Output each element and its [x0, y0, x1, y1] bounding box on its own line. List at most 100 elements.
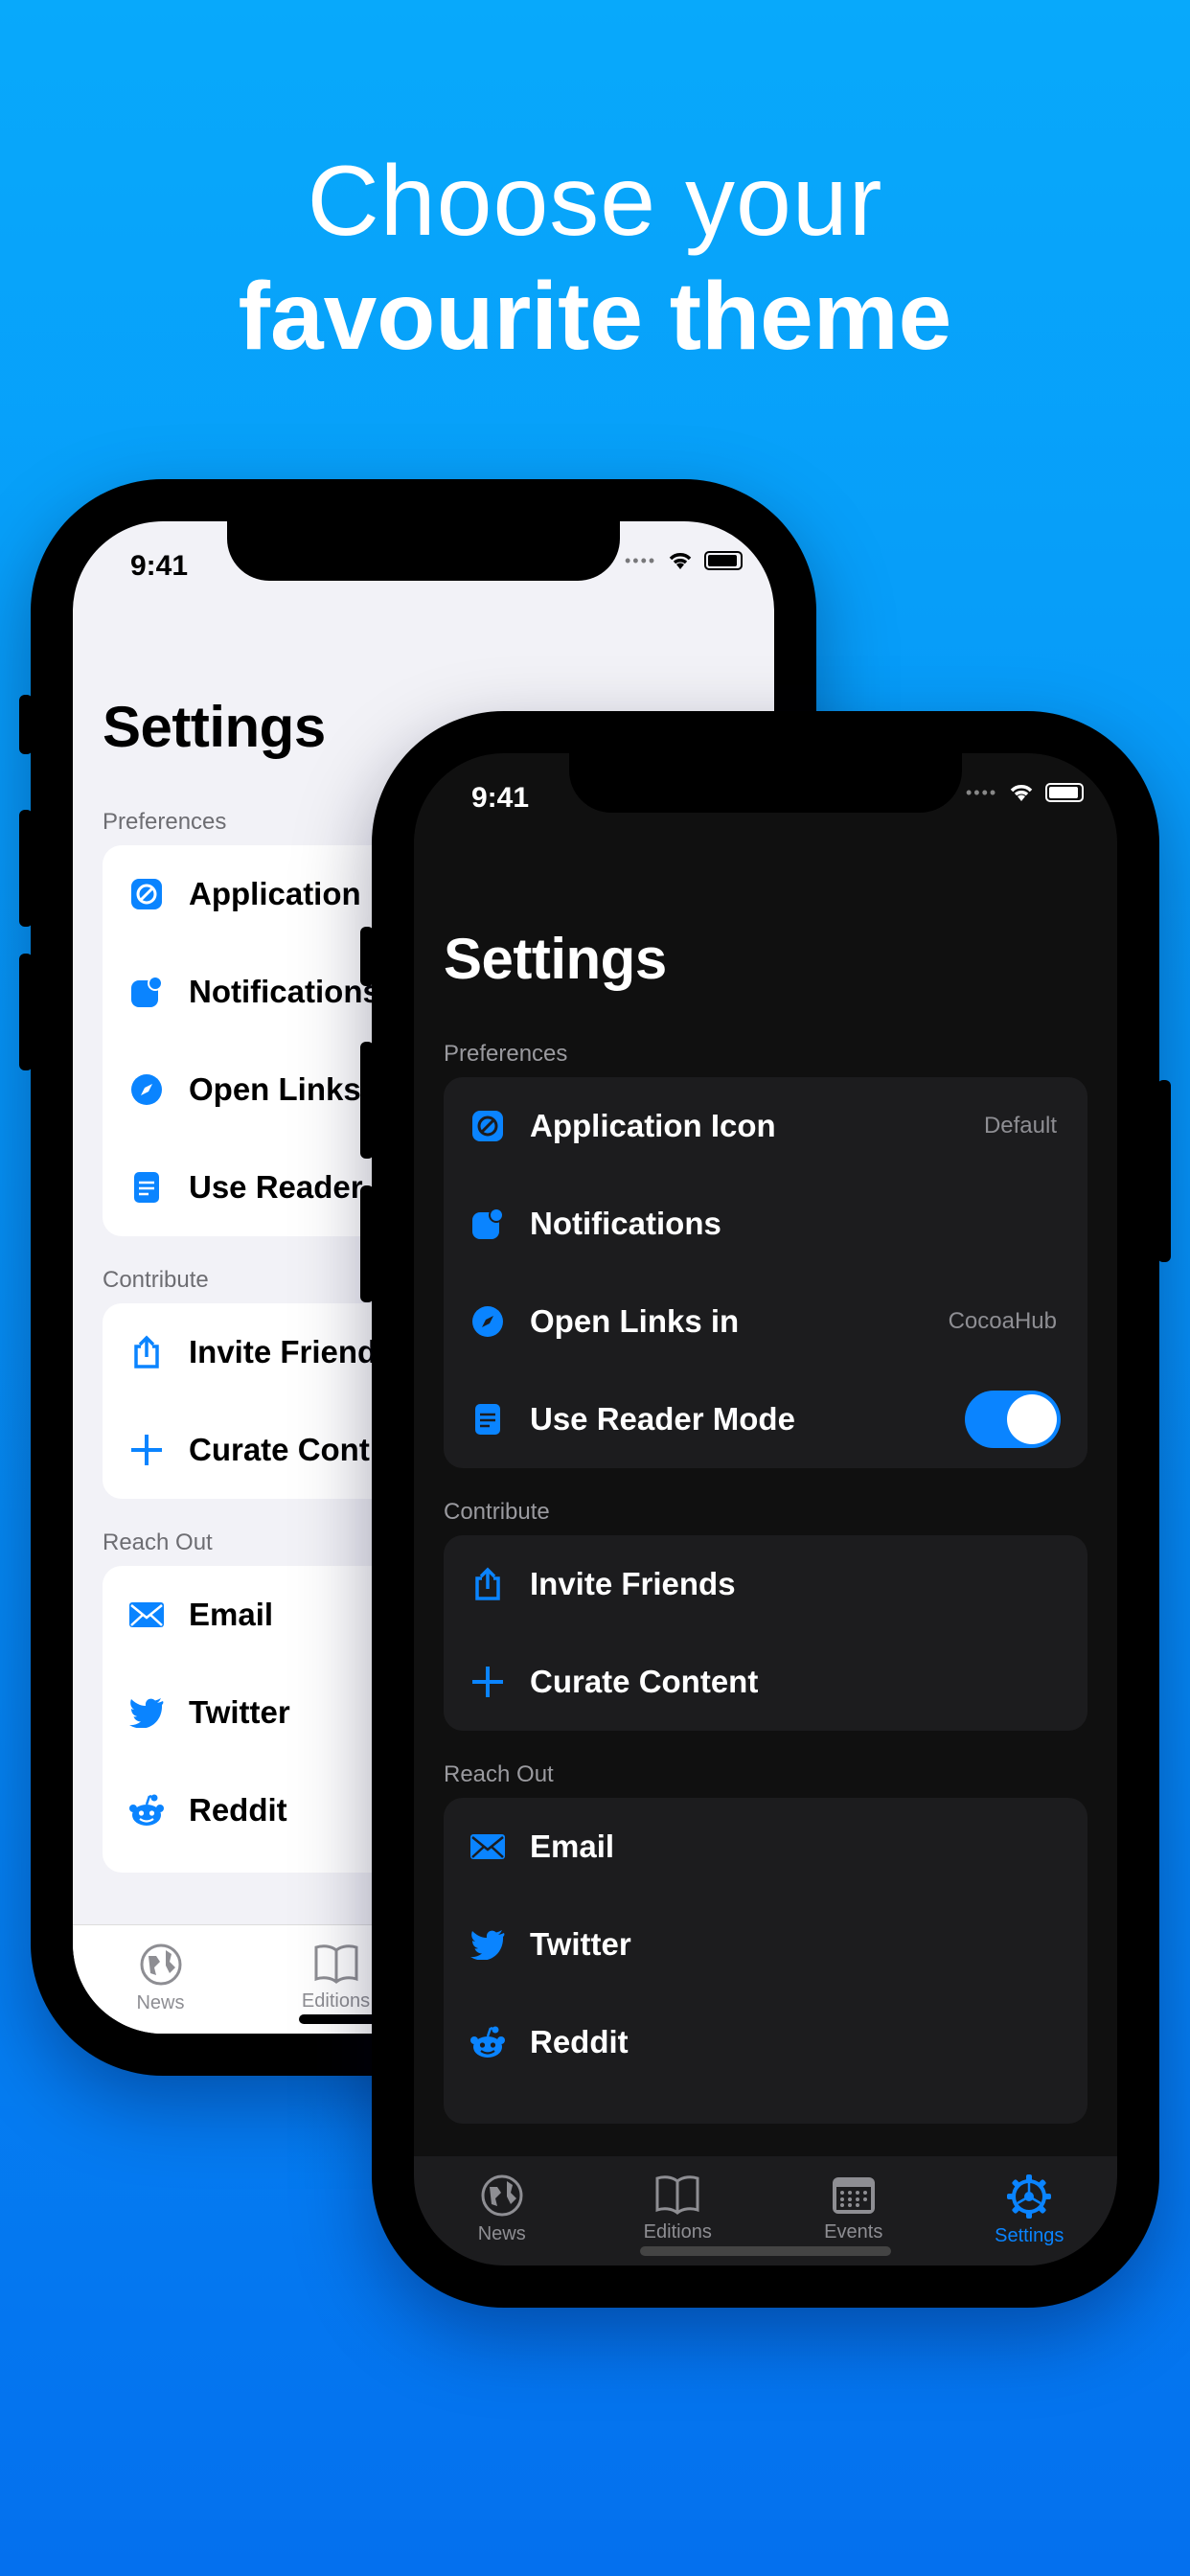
compass-icon	[469, 1302, 507, 1341]
row-label: Invite Friend	[189, 1334, 378, 1369]
settings-row-open-links[interactable]: Open Links in CocoaHub	[444, 1273, 1087, 1370]
status-time: 9:41	[471, 782, 530, 814]
row-label: Application Icon	[530, 1108, 776, 1143]
tab-news[interactable]: News	[73, 1925, 248, 2034]
toggle-knob	[1007, 1394, 1057, 1444]
contribute-card: Invite Friends Curate Content	[444, 1535, 1087, 1731]
row-label: Application I	[189, 876, 378, 911]
tab-label: Editions	[301, 1990, 371, 2012]
section-header-contribute: Contribute	[444, 1499, 550, 1525]
headline-line-1: Choose your	[307, 146, 883, 257]
notifications-icon	[127, 973, 166, 1011]
reddit-icon	[127, 1791, 166, 1829]
preferences-card: Application Icon Default Notifications O…	[444, 1077, 1087, 1468]
notch	[227, 521, 620, 581]
row-label: Twitter	[530, 1926, 631, 1962]
tab-label: Settings	[995, 2225, 1064, 2246]
status-time: 9:41	[130, 550, 189, 582]
globe-icon	[481, 2174, 523, 2217]
home-indicator[interactable]	[640, 2246, 891, 2256]
section-header-reach-out: Reach Out	[444, 1761, 554, 1787]
row-label: Invite Friends	[530, 1566, 736, 1601]
notifications-icon	[469, 1205, 507, 1243]
signal-icon: ••••	[625, 550, 657, 570]
row-value: Default	[983, 1113, 1057, 1138]
battery-icon	[704, 551, 744, 570]
row-label: Reddit	[530, 2024, 629, 2059]
plus-icon	[469, 1663, 507, 1701]
dark-phone: 9:41 •••• Settings Preferences Applicati…	[360, 711, 1171, 2308]
volume-up-button	[19, 810, 33, 927]
wifi-icon	[1010, 785, 1033, 801]
tab-label: News	[477, 2223, 526, 2244]
reader-icon	[469, 1400, 507, 1438]
row-value: CocoaHub	[948, 1308, 1057, 1334]
row-label: Twitter	[189, 1694, 290, 1730]
row-label: Reddit	[189, 1792, 287, 1828]
twitter-icon	[127, 1693, 166, 1732]
book-icon	[314, 1944, 357, 1984]
twitter-icon	[469, 1925, 507, 1964]
row-label: Notifications	[530, 1206, 721, 1241]
app-icon	[469, 1107, 507, 1145]
signal-icon: ••••	[966, 782, 998, 802]
book-icon	[655, 2175, 699, 2215]
compass-icon	[127, 1070, 166, 1109]
settings-row-email[interactable]: Email	[444, 1798, 1087, 1896]
row-label: Use Reader	[189, 1169, 363, 1205]
app-icon	[127, 875, 166, 913]
section-header-reach-out: Reach Out	[103, 1530, 213, 1555]
headline: Choose your favourite theme	[0, 144, 1190, 374]
globe-icon	[140, 1944, 181, 1986]
headline-line-2: favourite theme	[238, 263, 952, 370]
gear-icon	[1007, 2174, 1052, 2219]
section-header-contribute: Contribute	[103, 1267, 209, 1293]
row-label: Curate Content	[530, 1664, 759, 1699]
row-label: Notifications	[189, 974, 380, 1009]
share-icon	[127, 1333, 166, 1371]
row-label: Email	[189, 1597, 274, 1632]
battery-icon	[1045, 783, 1085, 802]
settings-row-notifications[interactable]: Notifications	[444, 1175, 1087, 1273]
settings-row-curate-content[interactable]: Curate Content	[444, 1633, 1087, 1731]
reach-out-card: Email Twitter Reddit	[444, 1798, 1087, 2124]
status-icons: ••••	[625, 550, 744, 571]
page-title: Settings	[103, 695, 326, 759]
mute-switch	[19, 695, 33, 754]
settings-row-invite-friends[interactable]: Invite Friends	[444, 1535, 1087, 1633]
status-icons: ••••	[966, 782, 1085, 803]
section-header-preferences: Preferences	[103, 809, 227, 835]
tab-label: News	[136, 1992, 185, 2013]
wifi-icon	[669, 553, 692, 569]
reader-mode-toggle[interactable]	[965, 1391, 1061, 1448]
row-label: Email	[530, 1828, 615, 1864]
settings-row-reddit[interactable]: Reddit	[444, 1993, 1087, 2091]
tab-settings[interactable]: Settings	[942, 2156, 1118, 2266]
tab-news[interactable]: News	[414, 2156, 590, 2266]
reader-icon	[127, 1168, 166, 1207]
row-label: Use Reader Mode	[530, 1401, 795, 1437]
volume-down-button	[19, 954, 33, 1070]
reddit-icon	[469, 2023, 507, 2061]
settings-row-application-icon[interactable]: Application Icon Default	[444, 1077, 1087, 1175]
mute-switch	[360, 927, 374, 986]
dark-screen: 9:41 •••• Settings Preferences Applicati…	[414, 753, 1117, 2266]
calendar-icon	[832, 2177, 875, 2214]
settings-row-twitter[interactable]: Twitter	[444, 1896, 1087, 1993]
notch	[569, 753, 962, 813]
share-icon	[469, 1565, 507, 1603]
tab-label: Events	[824, 2221, 883, 2242]
mail-icon	[469, 1828, 507, 1866]
volume-up-button	[360, 1042, 374, 1159]
plus-icon	[127, 1431, 166, 1469]
page-title: Settings	[444, 927, 667, 991]
settings-row-reader-mode: Use Reader Mode	[444, 1370, 1087, 1468]
tab-label: Editions	[643, 2221, 712, 2242]
section-header-preferences: Preferences	[444, 1041, 568, 1067]
row-label: Open Links in	[530, 1303, 740, 1339]
volume-down-button	[360, 1185, 374, 1302]
mail-icon	[127, 1596, 166, 1634]
row-label: Curate Cont	[189, 1432, 370, 1467]
row-label: Open Links i	[189, 1071, 379, 1107]
side-button	[1157, 1080, 1171, 1262]
